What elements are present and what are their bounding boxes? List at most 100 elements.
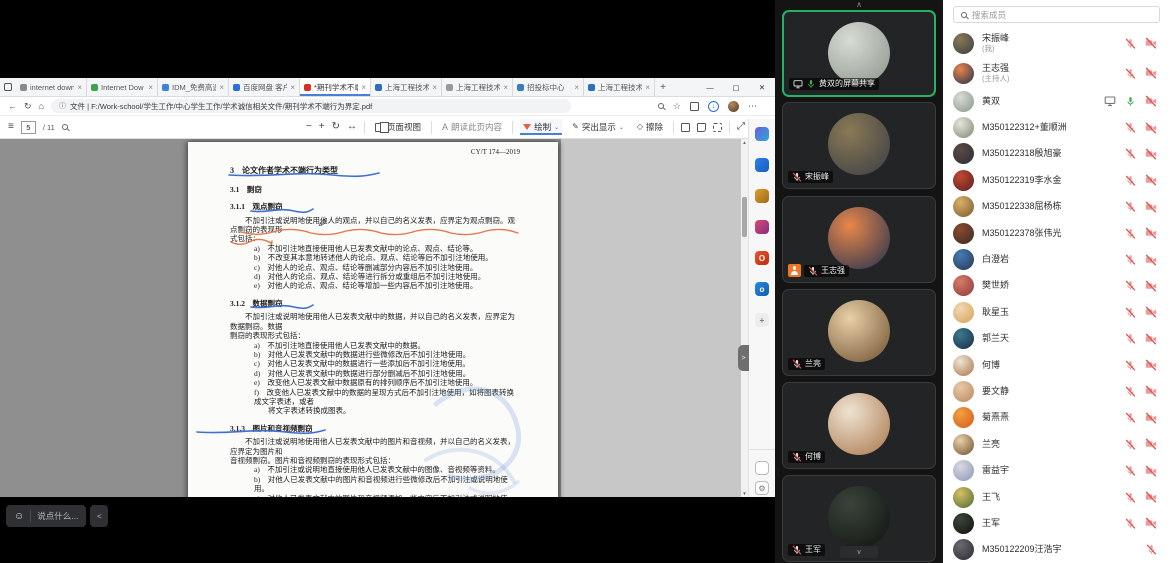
member-row[interactable]: 郭兰天 <box>943 326 1170 352</box>
camera-off-icon[interactable] <box>1145 148 1157 160</box>
mic-off-icon[interactable] <box>1125 465 1136 476</box>
tab-close-icon[interactable]: × <box>432 83 437 92</box>
expand-icon[interactable]: ⤢ <box>737 122 745 132</box>
member-row[interactable]: 耿星玉 <box>943 299 1170 325</box>
download-icon[interactable]: ↓ <box>708 101 719 112</box>
member-search-box[interactable] <box>953 6 1160 23</box>
read-aloud-button[interactable]: A 朗读此页内容 <box>439 119 505 135</box>
mic-off-icon[interactable] <box>1125 228 1136 239</box>
camera-off-icon[interactable] <box>1145 333 1157 345</box>
tab-close-icon[interactable]: × <box>219 83 224 92</box>
chat-collapse-icon[interactable]: < <box>90 505 108 527</box>
member-row[interactable]: 何博 <box>943 352 1170 378</box>
pdf-scrollbar[interactable]: ▲ ▼ <box>741 139 748 497</box>
mic-off-icon[interactable] <box>1125 175 1136 186</box>
member-row[interactable]: 白澄岩 <box>943 246 1170 272</box>
more-menu-icon[interactable]: ⋯ <box>748 102 757 111</box>
screen-share-icon[interactable] <box>793 79 803 89</box>
camera-off-icon[interactable] <box>1145 122 1157 134</box>
back-icon[interactable]: ← <box>8 102 17 111</box>
scroll-down-icon[interactable]: ▼ <box>741 491 748 496</box>
video-tile[interactable]: 王军∨ <box>782 475 936 562</box>
office-icon[interactable]: O <box>755 251 769 265</box>
mic-on-icon[interactable] <box>806 79 816 89</box>
tab-close-icon[interactable]: × <box>503 83 508 92</box>
tab-close-icon[interactable]: × <box>574 83 579 92</box>
camera-off-icon[interactable] <box>1145 491 1157 503</box>
mic-off-icon[interactable] <box>1125 280 1136 291</box>
mic-off-icon[interactable] <box>1125 333 1136 344</box>
mic-on-icon[interactable] <box>1125 96 1136 107</box>
page-number-input[interactable]: 5 <box>21 121 36 134</box>
scrollbar-thumb[interactable] <box>742 197 747 237</box>
member-row[interactable]: M350122338屈杨栋 <box>943 194 1170 220</box>
camera-off-icon[interactable] <box>1145 174 1157 186</box>
maximize-button[interactable]: ▢ <box>723 78 749 97</box>
mic-off-icon[interactable] <box>792 359 802 369</box>
mic-off-icon[interactable] <box>792 545 802 555</box>
camera-off-icon[interactable] <box>1145 227 1157 239</box>
mic-off-icon[interactable] <box>1146 544 1157 555</box>
mic-off-icon[interactable] <box>792 452 802 462</box>
video-tile[interactable]: 黄双的屏幕共享 <box>782 10 936 97</box>
tools-icon[interactable] <box>755 189 769 203</box>
member-row[interactable]: 宋振峰(我) <box>943 28 1170 58</box>
browser-tab[interactable]: 百度网盘 客户× <box>229 78 300 96</box>
refresh-icon[interactable]: ↻ <box>24 102 32 111</box>
mic-off-icon[interactable] <box>1125 439 1136 450</box>
camera-off-icon[interactable] <box>1145 254 1157 266</box>
more-tiles-icon[interactable]: ∨ <box>840 546 878 558</box>
member-row[interactable]: M350122312+董顺洲 <box>943 114 1170 140</box>
add-sidebar-icon[interactable]: + <box>755 313 769 327</box>
browser-tab[interactable]: Internet Dow× <box>87 78 158 96</box>
browser-tab[interactable]: internet down× <box>16 78 87 96</box>
erase-button[interactable]: ◇ 擦除 <box>634 119 666 135</box>
member-search-input[interactable] <box>972 10 1132 20</box>
mic-off-icon[interactable] <box>1125 360 1136 371</box>
zoom-in-icon[interactable]: + <box>319 122 325 132</box>
camera-off-icon[interactable] <box>1145 385 1157 397</box>
tab-close-icon[interactable]: × <box>148 83 153 92</box>
zoom-out-icon[interactable]: − <box>306 122 312 132</box>
mic-off-icon[interactable] <box>1125 412 1136 423</box>
browser-tab[interactable]: 上海工程技术× <box>584 78 655 96</box>
rotate-icon[interactable]: ↻ <box>332 122 340 132</box>
mic-off-icon[interactable] <box>808 266 818 276</box>
print-icon[interactable] <box>681 123 690 132</box>
mic-off-icon[interactable] <box>1125 254 1136 265</box>
member-row[interactable]: M350122378张伟光 <box>943 220 1170 246</box>
member-row[interactable]: 樊世娇 <box>943 273 1170 299</box>
video-tile[interactable]: 兰亮 <box>782 289 936 376</box>
camera-off-icon[interactable] <box>1145 37 1157 49</box>
sidebar-handle-icon[interactable]: > <box>738 345 749 371</box>
member-row[interactable]: M350122318殷旭豪 <box>943 141 1170 167</box>
close-button[interactable]: ✕ <box>749 78 775 97</box>
sidebar-panel-icon[interactable] <box>755 461 769 475</box>
member-row[interactable]: 黄双 <box>943 88 1170 114</box>
draw-button[interactable]: 绘制 ⌄ <box>520 119 562 135</box>
new-tab-button[interactable]: + <box>655 78 671 96</box>
zoom-search-icon[interactable] <box>658 103 664 109</box>
collections-icon[interactable] <box>690 102 699 111</box>
pdf-search-icon[interactable] <box>62 124 68 130</box>
mic-off-icon[interactable] <box>1125 38 1136 49</box>
collapse-tiles-icon[interactable]: ∧ <box>775 0 943 9</box>
member-row[interactable]: 王志强(主持人) <box>943 58 1170 88</box>
browser-tab[interactable]: 上海工程技术× <box>442 78 513 96</box>
camera-off-icon[interactable] <box>1145 280 1157 292</box>
browser-tab[interactable]: *期刊学术不端× <box>300 78 371 96</box>
camera-off-icon[interactable] <box>1145 67 1157 79</box>
video-tile[interactable]: 王志强 <box>782 196 936 283</box>
favorites-star-icon[interactable]: ☆ <box>673 101 681 112</box>
chat-placeholder[interactable]: 说点什么... <box>37 510 78 522</box>
mic-off-icon[interactable] <box>1125 68 1136 79</box>
screen-share-icon[interactable] <box>1104 95 1116 107</box>
browser-tab[interactable]: IDM_免费高速× <box>158 78 229 96</box>
profile-avatar[interactable] <box>728 101 739 112</box>
info-icon[interactable]: ⓘ <box>59 101 66 111</box>
camera-off-icon[interactable] <box>1145 517 1157 529</box>
browser-tab[interactable]: 招投标中心× <box>513 78 584 96</box>
scroll-up-icon[interactable]: ▲ <box>741 140 748 145</box>
shopping-icon[interactable] <box>755 158 769 172</box>
tab-list-icon[interactable] <box>0 78 16 96</box>
